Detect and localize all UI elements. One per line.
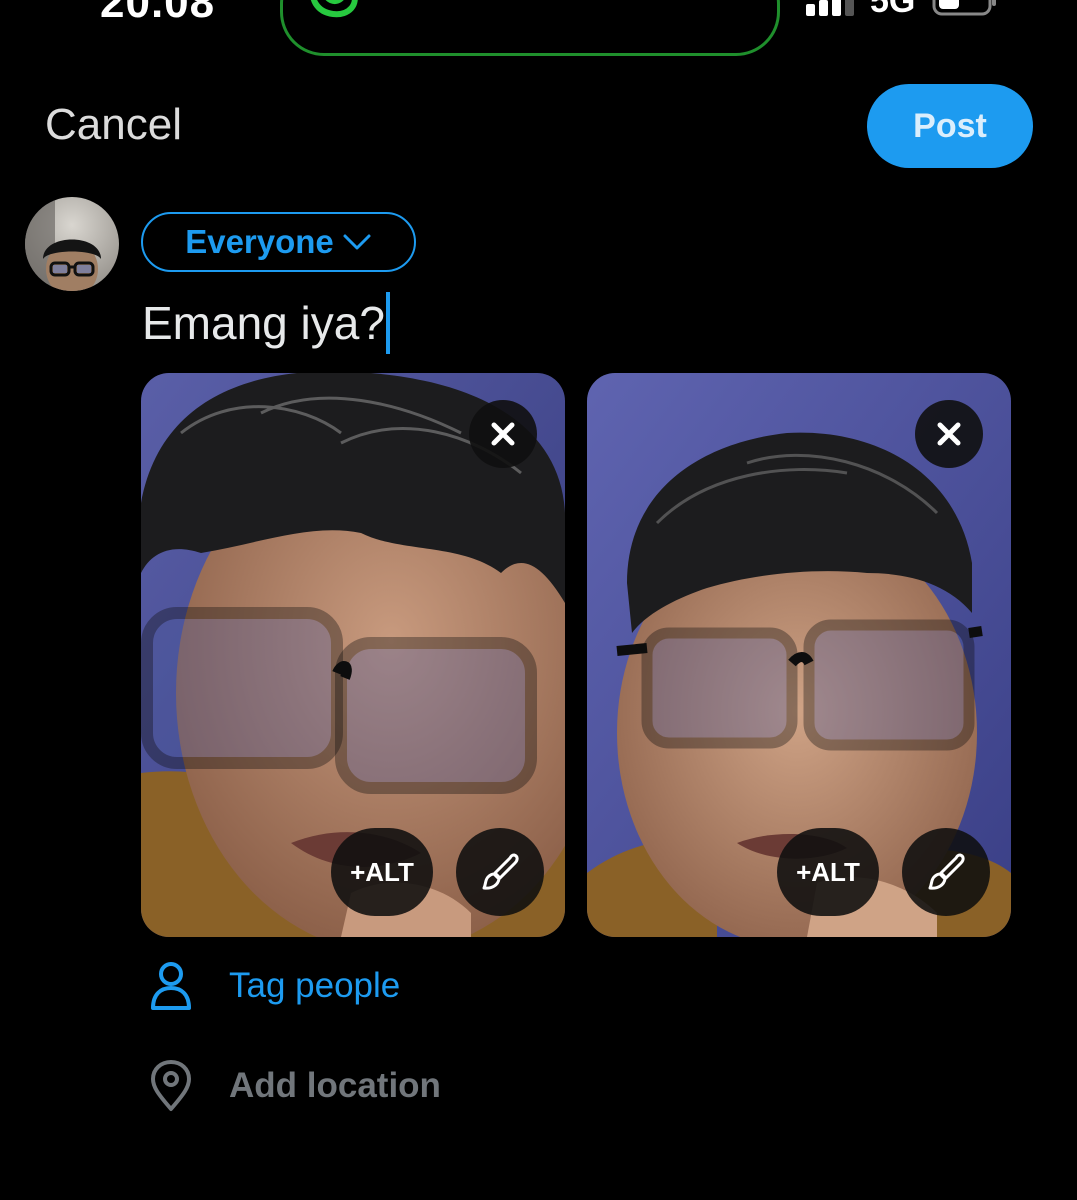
media-tile-1[interactable]: +ALT [141,373,565,937]
edit-media-button[interactable] [902,828,990,916]
post-button[interactable]: Post [867,84,1033,168]
text-caret [385,292,390,354]
app-activity-icon [310,0,358,18]
edit-media-button[interactable] [456,828,544,916]
add-location-label: Add location [229,1066,441,1105]
network-type: 5G [870,0,916,20]
status-time: 20.08 [100,0,216,27]
cancel-button[interactable]: Cancel [45,100,182,150]
brush-icon [928,853,965,890]
add-alt-text-button[interactable]: +ALT [331,828,433,916]
media-tile-2[interactable]: +ALT [587,373,1011,937]
chevron-down-icon [343,234,371,250]
close-icon [491,422,515,446]
tag-people-label: Tag people [229,966,401,1005]
remove-media-button[interactable] [915,400,983,468]
close-icon [937,422,961,446]
add-alt-text-button[interactable]: +ALT [777,828,879,916]
brush-icon [482,853,519,890]
battery-icon [932,0,996,16]
add-location-row[interactable]: Add location [148,1060,441,1112]
avatar-image [25,197,119,291]
audience-selector[interactable]: Everyone [141,212,416,272]
avatar[interactable] [25,197,119,291]
tag-people-row[interactable]: Tag people [148,960,400,1012]
post-text-input[interactable]: Emang iya? [142,292,390,354]
remove-media-button[interactable] [469,400,537,468]
post-text: Emang iya? [142,297,385,349]
signal-icon [806,0,854,16]
location-pin-icon [151,1060,191,1111]
audience-label: Everyone [185,223,334,260]
person-icon [151,962,191,1010]
